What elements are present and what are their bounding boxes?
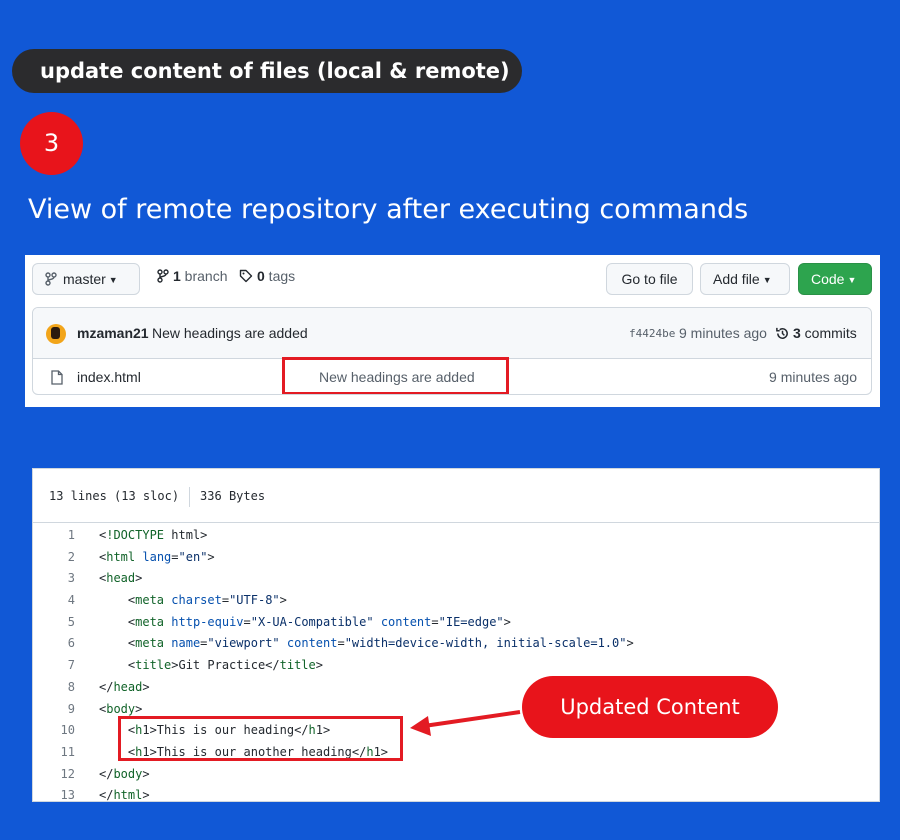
updated-content-callout: Updated Content (522, 676, 778, 738)
